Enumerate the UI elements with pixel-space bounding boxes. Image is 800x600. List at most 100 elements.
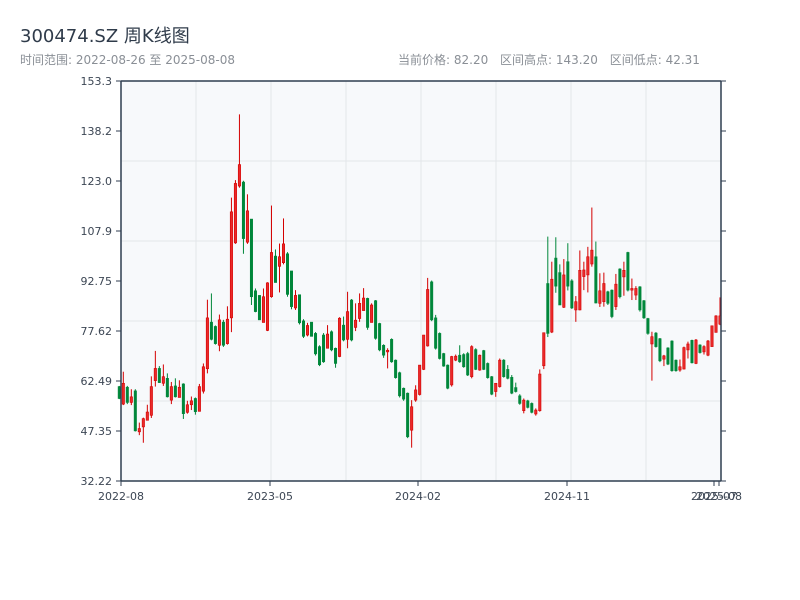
candle-down xyxy=(434,317,438,349)
candle-up xyxy=(233,183,237,244)
candle-down xyxy=(462,354,466,368)
candle-down xyxy=(330,331,334,351)
candle-down xyxy=(490,376,494,395)
candle-down xyxy=(382,344,386,356)
candle-up xyxy=(414,389,418,401)
candle-up xyxy=(326,333,330,349)
candle-up xyxy=(261,296,265,323)
candle-down xyxy=(618,268,622,298)
candle-down xyxy=(374,300,378,339)
candle-down xyxy=(302,320,306,337)
candle-down xyxy=(378,323,382,351)
candle-down xyxy=(458,354,462,363)
candle-down xyxy=(298,294,302,324)
candle-up xyxy=(145,411,149,421)
candle-down xyxy=(350,299,354,341)
y-tick-label: 77.62 xyxy=(81,325,113,338)
candle-up xyxy=(281,243,285,263)
y-tick-label: 153.3 xyxy=(81,75,113,88)
candle-down xyxy=(658,338,662,362)
candle-up xyxy=(454,355,458,361)
candle-down xyxy=(442,353,446,367)
candle-up xyxy=(650,336,654,345)
candle-up xyxy=(217,319,221,346)
candle-up xyxy=(694,339,698,364)
candle-down xyxy=(257,295,261,321)
candle-down xyxy=(654,332,658,347)
candle-down xyxy=(466,353,470,376)
candle-up xyxy=(470,346,474,377)
candle-up xyxy=(630,288,634,291)
candle-up xyxy=(294,295,298,309)
candle-down xyxy=(322,334,326,363)
candle-down xyxy=(474,349,478,370)
candle-down xyxy=(554,257,558,287)
candle-down xyxy=(117,386,121,399)
candle-up xyxy=(169,386,173,401)
candle-up xyxy=(582,269,586,277)
candle-down xyxy=(638,286,642,311)
candle-up xyxy=(137,428,141,433)
candle-down xyxy=(213,326,217,344)
candle-up xyxy=(149,386,153,416)
candle-down xyxy=(285,253,289,295)
candle-up xyxy=(277,256,281,267)
candle-up xyxy=(338,317,342,357)
candle-up xyxy=(245,210,249,243)
candle-up xyxy=(678,366,682,371)
candle-down xyxy=(342,324,346,341)
candle-up xyxy=(201,366,205,392)
candle-down xyxy=(221,321,225,346)
candle-up xyxy=(450,356,454,386)
y-tick-label: 62.49 xyxy=(81,375,113,388)
x-tick-label: 2022-08 xyxy=(98,490,144,503)
y-tick-label: 107.9 xyxy=(81,225,113,238)
candle-up xyxy=(614,283,618,307)
candle-up xyxy=(205,317,209,370)
candle-down xyxy=(530,403,534,413)
candle-down xyxy=(502,359,506,377)
candle-down xyxy=(526,400,530,408)
y-tick-label: 32.22 xyxy=(81,475,113,488)
candle-up xyxy=(161,376,165,384)
candle-down xyxy=(670,340,674,372)
candle-up xyxy=(121,382,125,405)
candle-down xyxy=(157,368,161,383)
candle-down xyxy=(318,346,322,366)
candle-down xyxy=(646,318,650,334)
candle-up xyxy=(358,303,362,319)
candle-up xyxy=(534,409,538,415)
candle-down xyxy=(674,359,678,372)
candle-down xyxy=(209,321,213,340)
candle-up xyxy=(189,400,193,406)
candle-up xyxy=(426,289,430,347)
candle-down xyxy=(642,300,646,319)
candle-up xyxy=(706,340,710,356)
candle-down xyxy=(398,372,402,397)
candle-up xyxy=(634,288,638,296)
candle-up xyxy=(586,256,590,276)
x-tick-label: 2024-02 xyxy=(395,490,441,503)
candle-down xyxy=(366,298,370,328)
candle-down xyxy=(181,383,185,414)
candle-down xyxy=(430,281,434,321)
candle-up xyxy=(269,252,273,298)
candle-down xyxy=(165,378,169,398)
candle-up xyxy=(362,297,366,311)
candle-down xyxy=(610,289,614,317)
candle-up xyxy=(306,325,310,336)
candle-down xyxy=(514,387,518,392)
y-tick-label: 47.35 xyxy=(81,425,113,438)
candle-down xyxy=(406,392,410,438)
candle-down xyxy=(626,252,630,291)
candle-down xyxy=(698,344,702,353)
candle-up xyxy=(129,396,133,403)
candle-up xyxy=(702,346,706,353)
candle-up xyxy=(370,304,374,323)
candle-up xyxy=(538,373,542,411)
candle-up xyxy=(265,282,269,331)
candle-down xyxy=(402,387,406,400)
candle-up xyxy=(237,164,241,187)
candle-down xyxy=(314,333,318,355)
candle-up xyxy=(153,368,157,381)
